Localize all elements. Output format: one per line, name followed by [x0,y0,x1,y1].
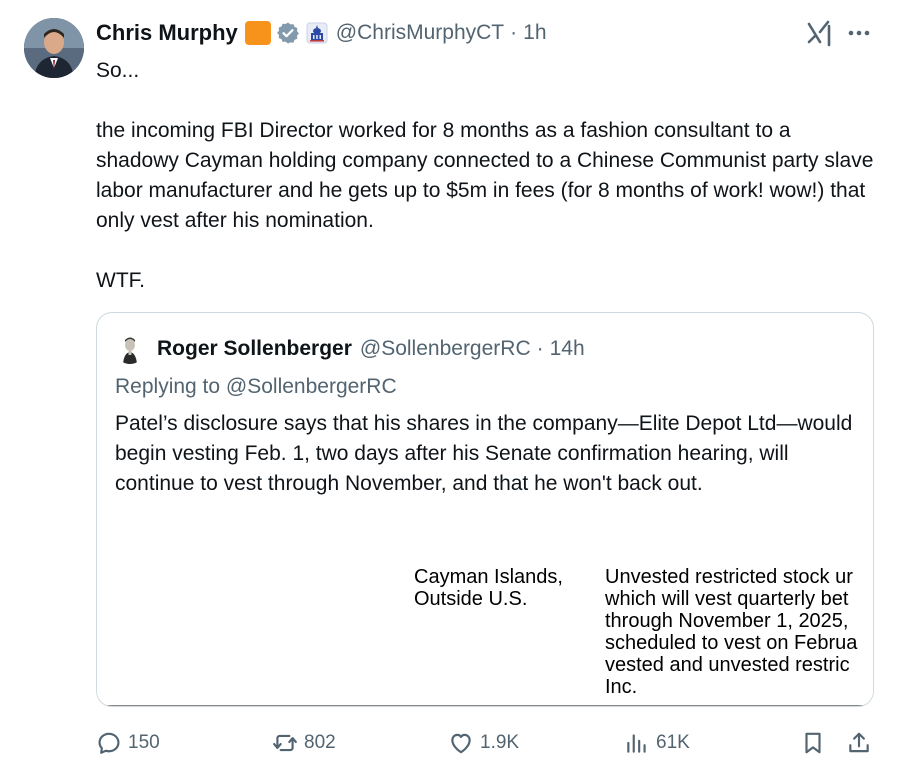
view-count: 61K [656,732,690,753]
quote-timestamp[interactable]: 14h [550,337,585,361]
document-text-line: Cayman Islands, [414,566,563,588]
share-icon [849,732,869,753]
quote-attached-document-image[interactable]: Cayman Islands, Outside U.S. Unvested re… [97,553,873,706]
tweet-timestamp[interactable]: 1h [523,21,546,45]
heart-icon [451,733,471,754]
document-text-line: Inc. [605,676,638,698]
affiliation-badge [244,21,271,45]
document-text-line: which will vest quarterly bet [605,588,849,610]
like-button[interactable]: 1.9K [448,726,519,760]
reply-button[interactable]: 150 [96,726,160,760]
tweet-header: Chris Murphy @ChrisMurphyCT · 1h [96,18,547,48]
reply-count: 150 [128,732,160,753]
document-description-column: Unvested restricted stock ur which will … [605,566,873,698]
like-count: 1.9K [480,732,520,753]
document-bottom-rule [97,705,873,706]
repost-button[interactable]: 802 [272,726,336,760]
separator-dot: · [510,21,518,44]
share-button[interactable] [846,726,872,760]
quote-author-name[interactable]: Roger Sollenberger [157,337,352,361]
repost-count: 802 [304,732,336,753]
quote-author-handle[interactable]: @SollenbergerRC [360,337,531,361]
replying-to-label[interactable]: Replying to @SollenbergerRC [115,375,397,399]
tweet-text: So... the incoming FBI Director worked f… [96,59,874,292]
quote-author-avatar[interactable] [115,334,145,364]
author-name[interactable]: Chris Murphy [96,20,238,46]
document-text-line: Unvested restricted stock ur [605,566,853,588]
document-text-line: vested and unvested restric [605,654,850,676]
verified-badge-icon[interactable] [276,21,300,45]
document-text-line: Outside U.S. [414,588,528,610]
document-text-line: scheduled to vest on Februa [605,632,858,654]
analytics-icon [627,734,646,753]
quote-separator-dot: · [536,337,544,360]
grok-icon[interactable] [806,18,834,48]
repost-icon [273,734,297,752]
quote-text: Patel’s disclosure says that his shares … [115,412,853,495]
capitol-org-icon[interactable] [306,21,328,45]
action-bar: 150 802 1.9K 61K [96,726,876,760]
author-handle[interactable]: @ChrisMurphyCT [336,21,504,45]
bookmark-icon [805,732,821,754]
quoted-tweet[interactable]: Roger Sollenberger @SollenbergerRC · 14h… [96,312,874,707]
document-location-column: Cayman Islands, Outside U.S. [414,566,563,610]
more-options-icon[interactable] [846,26,872,40]
views-button[interactable]: 61K [624,726,690,760]
bookmark-button[interactable] [800,726,826,760]
quote-header: Roger Sollenberger @SollenbergerRC · 14h [115,333,585,365]
reply-icon [98,732,120,754]
document-text-line: through November 1, 2025, [605,610,849,632]
author-avatar[interactable] [24,18,84,78]
